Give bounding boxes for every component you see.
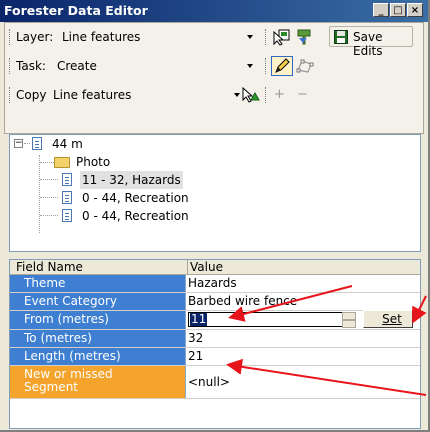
layer-toolbar-row: Layer: Line features Save Edits [9,26,421,58]
task-value: Create [57,59,97,73]
zoom-to-feature-icon[interactable] [295,28,313,46]
edit-vertices-icon[interactable] [295,57,315,75]
sketch-tool-button[interactable] [271,56,293,76]
grid-row-theme[interactable]: Theme Hazards [10,275,420,293]
select-feature-icon[interactable] [272,28,290,46]
toolbar-separator [265,87,267,103]
set-button[interactable]: Set [363,310,413,328]
document-icon [32,137,42,150]
copy-dropdown[interactable]: Line features [49,85,249,105]
layer-label: Layer: [16,30,54,44]
document-icon [62,209,72,222]
chevron-down-icon [247,35,253,39]
editor-toolbar: Layer: Line features Save Edits Task: Cr… [4,22,424,134]
tree-node-label: Photo [76,155,111,169]
value-header[interactable]: Value [187,260,223,274]
window-title: Forester Data Editor [4,3,148,18]
field-value-cell[interactable]: Hazards [188,276,237,290]
save-icon [334,30,348,44]
task-toolbar-row: Task: Create [9,55,421,77]
from-metres-value: 11 [190,312,208,326]
collapse-toggle[interactable]: − [14,139,23,148]
field-value-cell[interactable]: <null> [188,375,230,389]
field-name-cell: Length (metres) [10,348,186,365]
layer-value: Line features [62,30,141,44]
toolbar-separator [265,29,267,45]
field-name-cell: New or missed Segment [10,366,186,398]
grid-row-to-metres[interactable]: To (metres) 32 [10,330,420,348]
grid-row-event-category[interactable]: Event Category Barbed wire fence [10,293,420,311]
grid-row-from-metres[interactable]: From (metres) 11 Set [10,310,420,330]
close-button[interactable]: × [407,3,423,17]
field-name-cell: Theme [10,275,186,292]
add-button[interactable]: + [274,87,285,102]
grid-row-new-or-missed-segment[interactable]: New or missed Segment <null> [10,366,420,399]
save-edits-label: Save Edits [353,30,383,58]
task-label: Task: [16,59,46,73]
feature-tree[interactable]: − 44 m Photo 11 - 32, Hazards 0 - 44, Re… [9,134,421,252]
tree-connector [40,179,58,181]
tree-node-label: 11 - 32, Hazards [80,171,183,189]
toolbar-separator [265,58,267,74]
toolbar-grip[interactable] [9,58,12,74]
copy-value: Line features [53,88,132,102]
tree-node-label: 44 m [52,137,83,151]
field-value-cell[interactable]: 21 [188,349,203,363]
document-icon [62,191,72,204]
tree-connector [24,143,30,145]
chevron-down-icon [234,93,240,97]
set-label: Set [382,312,402,326]
title-bar[interactable]: Forester Data Editor _ □ × [0,0,428,22]
field-name-cell: To (metres) [10,330,186,347]
tree-connector [39,155,41,233]
tree-connector [40,197,58,199]
chevron-down-icon [247,64,253,68]
folder-icon [54,157,70,168]
grid-header: Field Name Value [10,260,420,275]
grid-row-length-metres[interactable]: Length (metres) 21 [10,348,420,366]
field-name-cell: From (metres) [10,311,186,329]
field-name-cell: Event Category [10,293,186,310]
pencil-icon [275,58,290,73]
remove-button[interactable]: − [297,87,308,102]
toolbar-grip[interactable] [9,29,12,45]
copy-feature-icon[interactable] [241,86,261,104]
tree-node-label: 0 - 44, Recreation [82,209,189,223]
document-icon [62,173,72,186]
copy-toolbar-row: Copy Line features + − [9,84,421,106]
copy-label: Copy [16,88,47,102]
forester-data-editor-window: Forester Data Editor _ □ × Layer: Line f… [0,0,430,432]
spin-up-button[interactable] [342,312,356,320]
toolbar-grip[interactable] [9,87,12,103]
task-dropdown[interactable]: Create [53,56,259,76]
field-name-header[interactable]: Field Name [16,260,83,274]
minimize-button[interactable]: _ [373,3,389,17]
field-value-cell[interactable]: 32 [188,331,203,345]
tree-node-label: 0 - 44, Recreation [82,191,189,205]
tree-connector [40,215,58,217]
from-metres-input[interactable]: 11 [188,312,350,327]
spin-down-button[interactable] [342,320,356,328]
from-metres-spinner[interactable] [342,312,356,328]
layer-dropdown[interactable]: Line features [59,27,259,47]
maximize-button[interactable]: □ [390,3,406,17]
attribute-grid: Field Name Value Theme Hazards Event Cat… [9,259,421,429]
field-value-cell[interactable]: Barbed wire fence [188,294,297,308]
save-edits-button[interactable]: Save Edits [329,26,413,58]
